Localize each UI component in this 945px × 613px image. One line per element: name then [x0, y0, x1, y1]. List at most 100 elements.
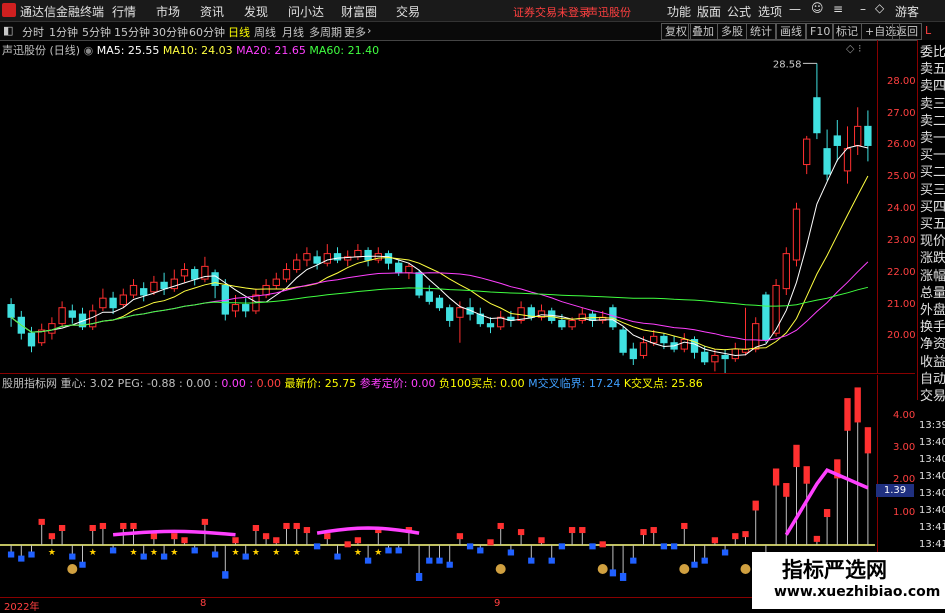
quote-item[interactable]: 换手 — [920, 319, 945, 337]
quote-item[interactable]: 卖四 — [920, 78, 945, 96]
user-name[interactable]: 游客 — [895, 3, 919, 20]
draw-line-button[interactable]: 画线 — [776, 23, 806, 40]
indicator-chart[interactable]: ★ ★ ★ ★ ★ ★ ★ ★ ★ ★ ★ — [0, 375, 875, 597]
app-title: 通达信金融终端 — [20, 5, 105, 19]
menu-trade[interactable]: 交易 — [396, 3, 420, 20]
period-intraday[interactable]: 分时 — [22, 24, 44, 40]
menu-function[interactable]: 功能 — [667, 3, 691, 20]
f10-button[interactable]: F10 — [806, 23, 835, 40]
quote-item[interactable]: 交易 — [920, 388, 945, 406]
price-tick: 24.00 — [887, 203, 916, 215]
multi-stock-button[interactable]: 多股 — [717, 23, 747, 40]
menu-market[interactable]: 行情 — [112, 3, 136, 20]
quote-item[interactable]: 收益 — [920, 354, 945, 372]
window-minimize-icon[interactable]: – — [860, 2, 866, 16]
period-multi[interactable]: 多周期 — [309, 24, 342, 40]
period-daily[interactable]: 日线 — [228, 24, 250, 40]
menu-options[interactable]: 选项 — [758, 3, 782, 20]
menu-layout[interactable]: 版面 — [697, 3, 721, 20]
period-60min[interactable]: 60分钟 — [189, 24, 225, 40]
period-weekly[interactable]: 周线 — [254, 24, 276, 40]
indicator-bar — [609, 569, 617, 577]
quote-item[interactable]: 买一 — [920, 147, 945, 165]
quote-panel: 委比 卖五 卖四 卖三 卖二 卖一 买一 买二 买三 买四 买五 现价 涨跌 涨幅 总量 外盘 换手 净资 收益 自动… — [917, 40, 945, 404]
quote-item[interactable]: 现价 — [920, 233, 945, 251]
indicator-bar — [273, 537, 280, 544]
period-5min[interactable]: 5分钟 — [82, 24, 111, 40]
period-more[interactable]: 更多 — [344, 24, 366, 40]
quote-item[interactable]: 买二 — [920, 164, 945, 182]
statistics-button[interactable]: 统计 — [746, 23, 776, 40]
money-bag-icon — [495, 564, 506, 574]
period-30min[interactable]: 30分钟 — [152, 24, 188, 40]
indicator-bar — [497, 522, 504, 529]
indicator-bar — [599, 541, 606, 548]
price-tick: 28.00 — [887, 75, 916, 87]
menu-bar: 通达信金融终端 行情 市场 资讯 发现 问小达 财富圈 交易 证券交易未登录 声… — [0, 0, 945, 22]
watermark-url: www.xuezhibiao.com — [774, 584, 941, 600]
user-icon[interactable]: ☺ — [811, 1, 824, 15]
menu-news[interactable]: 资讯 — [200, 3, 224, 20]
restore-rights-button[interactable]: 复权 — [661, 23, 691, 40]
indicator-bar — [252, 525, 260, 531]
menu-lines-icon[interactable]: ≡ — [833, 2, 843, 16]
minimize-icon[interactable]: — — [789, 2, 801, 16]
quote-item[interactable]: 外盘 — [920, 302, 945, 320]
star-icon: ★ — [150, 548, 158, 558]
period-1min[interactable]: 1分钟 — [49, 24, 78, 40]
scroll-left-icon[interactable]: ◧ — [3, 24, 13, 37]
indicator-bar — [854, 387, 861, 423]
quote-item[interactable]: 卖三 — [920, 96, 945, 114]
quote-item[interactable]: 卖五 — [920, 61, 945, 79]
menu-discover[interactable]: 发现 — [244, 3, 268, 20]
indicator-bar — [38, 518, 45, 525]
candle-body — [425, 291, 433, 302]
price-tick: 23.00 — [887, 234, 916, 246]
menu-formula[interactable]: 公式 — [727, 3, 751, 20]
indicator-bar — [589, 543, 596, 550]
quote-item[interactable]: 总量 — [920, 285, 945, 303]
tick-time: 13:39 — [919, 420, 945, 431]
menu-wealth[interactable]: 财富圈 — [341, 3, 377, 20]
indicator-bar — [99, 522, 107, 529]
quote-item[interactable]: 买五 — [920, 216, 945, 234]
period-15min[interactable]: 15分钟 — [114, 24, 150, 40]
candle-body — [609, 307, 617, 328]
indicator-bar — [650, 527, 657, 534]
indicator-bar — [528, 557, 535, 564]
quote-item[interactable]: 买三 — [920, 182, 945, 200]
chevron-right-icon[interactable]: › — [367, 24, 371, 37]
candle-body — [140, 288, 148, 296]
quote-item[interactable]: 涨幅 — [920, 268, 945, 286]
window-restore-icon[interactable]: ◇ — [875, 1, 884, 15]
period-monthly[interactable]: 月线 — [282, 24, 304, 40]
indicator-bar — [548, 557, 555, 564]
ma10-line — [10, 175, 869, 351]
quote-item[interactable]: 委比 — [920, 44, 945, 62]
menu-ask[interactable]: 问小达 — [288, 3, 324, 20]
candle-body — [680, 339, 688, 350]
candle-body — [782, 253, 790, 290]
indicator-bar — [140, 553, 147, 560]
star-icon: ★ — [170, 548, 178, 558]
candlestick-chart[interactable]: 28.5818.68 — [0, 40, 875, 373]
quote-item[interactable]: 卖一 — [920, 130, 945, 148]
back-button[interactable]: 返回 — [892, 23, 922, 40]
mark-button[interactable]: 标记 — [832, 23, 862, 40]
candle-body — [843, 148, 852, 172]
l-mark-icon[interactable]: L — [925, 24, 931, 37]
indicator-bar — [619, 572, 627, 581]
quote-item[interactable]: 涨跌 — [920, 250, 945, 268]
quote-item[interactable]: 买四 — [920, 199, 945, 217]
quote-item[interactable]: 自动 — [920, 371, 945, 389]
quote-item[interactable]: 净资 — [920, 336, 945, 354]
candle-body — [731, 348, 739, 360]
login-status[interactable]: 证券交易未登录 — [513, 4, 590, 20]
quote-item[interactable]: 卖二 — [920, 113, 945, 131]
indicator-bar — [568, 527, 576, 534]
menu-market-overview[interactable]: 市场 — [156, 3, 180, 20]
indicator-bar — [201, 518, 209, 525]
overlay-button[interactable]: 叠加 — [688, 23, 718, 40]
candle-body — [160, 281, 168, 290]
indicator-bar — [150, 533, 158, 540]
